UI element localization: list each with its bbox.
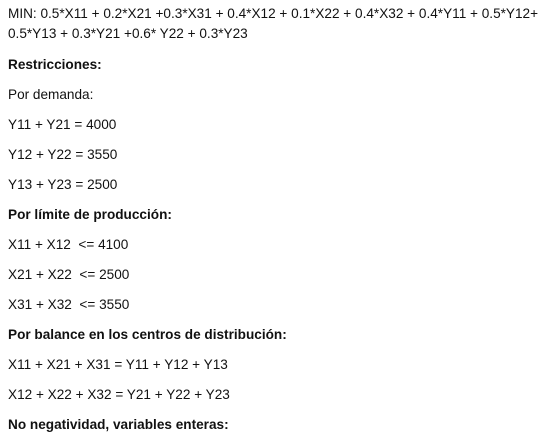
production-constraint: X11 + X12 <= 4100 xyxy=(8,237,129,252)
demand-constraint: Y13 + Y23 = 2500 xyxy=(8,177,118,192)
production-constraint: X31 + X32 <= 3550 xyxy=(8,297,130,312)
production-limit-heading: Por límite de producción: xyxy=(8,207,172,222)
demand-constraint: Y11 + Y21 = 4000 xyxy=(8,117,117,132)
objective-function-line-1: MIN: 0.5*X11 + 0.2*X21 +0.3*X31 + 0.4*X1… xyxy=(8,6,539,21)
production-constraint: X21 + X22 <= 2500 xyxy=(8,267,130,282)
restricciones-heading: Restricciones: xyxy=(8,57,102,72)
demand-constraint: Y12 + Y22 = 3550 xyxy=(8,147,118,162)
balance-constraint: X12 + X22 + X32 = Y21 + Y22 + Y23 xyxy=(8,387,230,402)
demand-label: Por demanda: xyxy=(8,87,94,102)
balance-constraint: X11 + X21 + X31 = Y11 + Y12 + Y13 xyxy=(8,357,228,372)
balance-heading: Por balance en los centros de distribuci… xyxy=(8,327,287,342)
objective-function-line-2: 0.5*Y13 + 0.3*Y21 +0.6* Y22 + 0.3*Y23 xyxy=(8,26,248,41)
non-negativity-heading: No negatividad, variables enteras: xyxy=(8,417,229,432)
